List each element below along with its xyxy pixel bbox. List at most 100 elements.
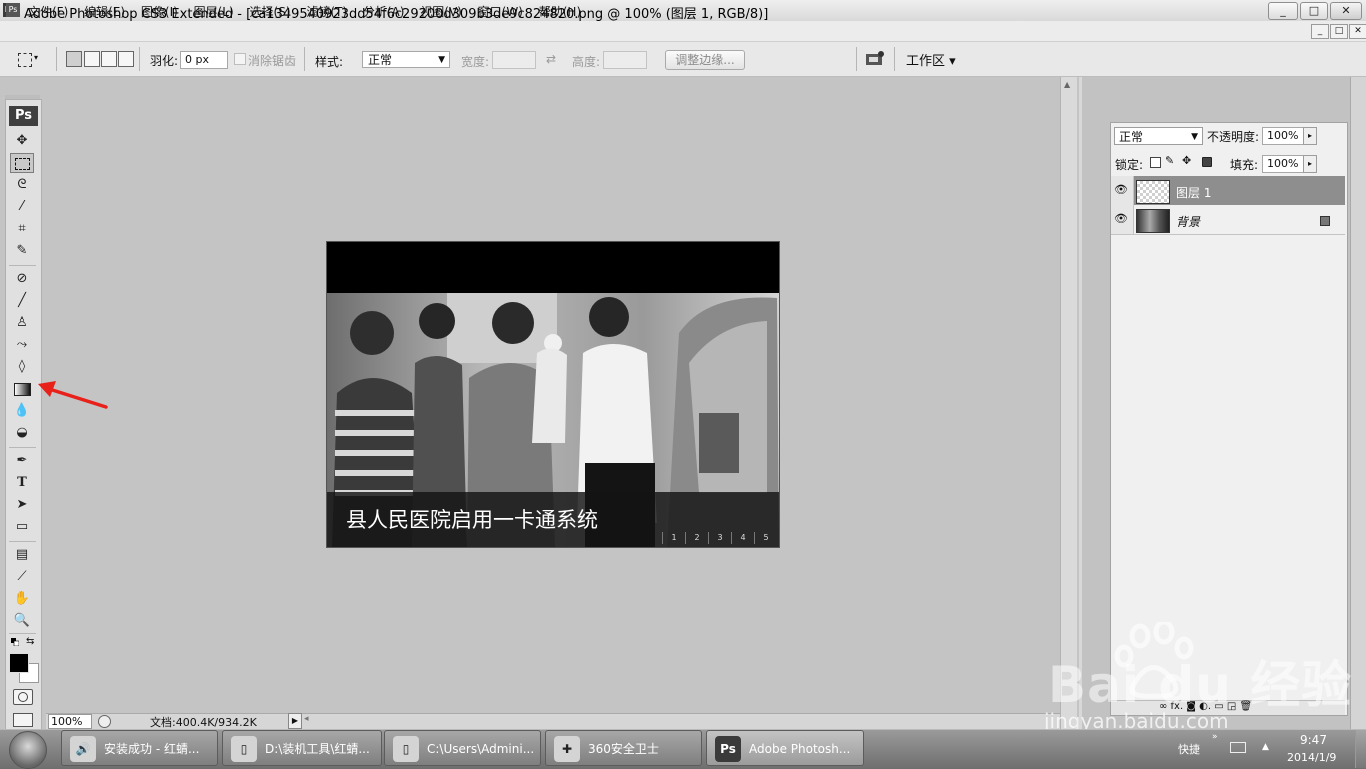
menu-layer[interactable]: 图层(L) — [194, 5, 234, 19]
status-info-icon[interactable] — [98, 715, 111, 728]
menu-help[interactable]: 帮助(H) — [539, 5, 581, 19]
taskbar-item[interactable]: 🔊 安装成功 - 红蜻... — [61, 730, 218, 766]
tool-preset-picker[interactable]: ▾ — [14, 50, 38, 68]
doc-close-button[interactable]: ✕ — [1349, 24, 1366, 39]
lock-transparent-pixels-icon[interactable] — [1150, 157, 1161, 168]
clone-stamp-tool-icon[interactable]: ♙ — [10, 313, 34, 333]
tray-arrow-icon[interactable]: ▲ — [1262, 742, 1269, 752]
taskbar-item[interactable]: ▯ C:\Users\Admini... — [384, 730, 541, 766]
antialias-checkbox[interactable] — [234, 53, 246, 65]
magic-wand-tool-icon[interactable]: ⁄ — [10, 197, 34, 217]
zoom-level-input[interactable]: 100% — [48, 714, 92, 729]
pen-tool-icon[interactable]: ✒ — [10, 451, 34, 471]
menu-analysis[interactable]: 分析(A) — [363, 5, 405, 19]
menu-image[interactable]: 图像(I) — [141, 5, 178, 19]
layer-name[interactable]: 图层 1 — [1176, 184, 1211, 201]
style-select[interactable]: 正常 ▼ — [362, 51, 450, 68]
workspace-menu-button[interactable]: 工作区 ▾ — [906, 50, 956, 69]
lock-position-icon[interactable]: ✥ — [1182, 154, 1191, 167]
opacity-input[interactable]: 100% — [1262, 127, 1306, 145]
width-input[interactable] — [492, 51, 536, 69]
blend-mode-select[interactable]: 正常 ▼ — [1114, 127, 1203, 145]
tray-expand-icon[interactable]: » — [1212, 732, 1218, 742]
show-desktop-button[interactable] — [1355, 730, 1366, 768]
scroll-left-icon[interactable]: ◂ — [304, 714, 309, 724]
lock-all-icon[interactable] — [1202, 157, 1212, 167]
taskbar-item[interactable]: ✚ 360安全卫士 — [545, 730, 702, 766]
pager-item: 2 — [685, 532, 708, 544]
feather-input[interactable]: 0 px — [180, 51, 228, 69]
swap-colors-icon[interactable]: ⇆ — [26, 636, 34, 647]
close-button[interactable]: ✕ — [1330, 2, 1362, 20]
fill-input[interactable]: 100% — [1262, 155, 1306, 173]
clock-time[interactable]: 9:47 — [1300, 733, 1327, 747]
quick-mask-button[interactable] — [13, 689, 33, 705]
new-selection-button[interactable] — [66, 51, 82, 67]
minimize-button[interactable]: _ — [1268, 2, 1298, 20]
chevron-down-icon: ▼ — [1191, 132, 1198, 142]
subtract-from-selection-button[interactable] — [101, 51, 117, 67]
dodge-tool-icon[interactable]: ◒ — [10, 423, 34, 443]
layer-thumbnail[interactable] — [1136, 209, 1170, 233]
notes-tool-icon[interactable]: ▤ — [10, 545, 34, 565]
history-brush-tool-icon[interactable]: ⤳ — [10, 335, 34, 355]
gradient-tool-icon[interactable] — [10, 379, 34, 399]
menu-view[interactable]: 视图(V) — [420, 5, 462, 19]
menu-edit[interactable]: 编辑(E) — [84, 5, 125, 19]
foreground-color-swatch[interactable] — [9, 653, 29, 673]
slice-tool-icon[interactable]: ✎ — [10, 241, 34, 261]
eye-icon[interactable]: 👁 — [1114, 212, 1128, 226]
fill-slider-button[interactable]: ▸ — [1303, 155, 1317, 173]
move-tool-icon[interactable]: ✥ — [10, 131, 34, 151]
swap-dimensions-icon[interactable]: ⇄ — [546, 52, 556, 66]
default-colors-icon[interactable] — [11, 638, 19, 646]
photoshop-logo[interactable]: Ps — [9, 106, 38, 126]
vertical-scrollbar[interactable] — [1060, 77, 1077, 729]
menu-select[interactable]: 选择(S) — [250, 5, 291, 19]
start-button[interactable] — [9, 731, 47, 769]
bridge-icon[interactable] — [864, 50, 886, 68]
lock-image-pixels-icon[interactable]: ✎ — [1165, 154, 1174, 167]
hand-tool-icon[interactable]: ✋ — [10, 589, 34, 609]
document-icon[interactable]: Ps — [6, 3, 20, 17]
taskbar-item[interactable]: ▯ D:\装机工具\红蜻... — [222, 730, 382, 766]
status-menu-arrow-icon[interactable]: ▶ — [288, 713, 302, 729]
keyboard-icon[interactable] — [1230, 742, 1246, 753]
rectangle-tool-icon[interactable]: ▭ — [10, 517, 34, 537]
crop-tool-icon[interactable]: ⌗ — [10, 219, 34, 239]
menu-window[interactable]: 窗口(W) — [478, 5, 523, 19]
intersect-selection-button[interactable] — [118, 51, 134, 67]
add-to-selection-button[interactable] — [84, 51, 100, 67]
blur-tool-icon[interactable]: 💧 — [10, 401, 34, 421]
maximize-button[interactable]: □ — [1300, 2, 1328, 20]
scroll-up-icon[interactable]: ▲ — [1064, 80, 1070, 89]
doc-restore-button[interactable]: □ — [1330, 24, 1348, 39]
taskbar-item-label: Adobe Photosh... — [749, 742, 851, 756]
height-input[interactable] — [603, 51, 647, 69]
layer-name[interactable]: 背景 — [1176, 213, 1200, 230]
healing-brush-tool-icon[interactable]: ⊘ — [10, 269, 34, 289]
tray-quicklaunch-label[interactable]: 快捷 — [1178, 741, 1200, 757]
document-canvas[interactable]: 县人民医院启用一卡通系统 1 2 3 4 5 — [326, 241, 780, 548]
pager-item: 3 — [708, 532, 731, 544]
menu-file[interactable]: 文件(F) — [28, 5, 68, 19]
marquee-tool-icon[interactable] — [10, 153, 34, 173]
lasso-tool-icon[interactable]: ᘓ — [10, 175, 34, 195]
brush-tool-icon[interactable]: ╱ — [10, 291, 34, 311]
type-tool-icon[interactable]: T — [10, 473, 34, 493]
refine-edge-button[interactable]: 调整边缘... — [665, 50, 745, 70]
dock-scrollbar[interactable] — [1350, 77, 1366, 729]
taskbar-item-photoshop[interactable]: Ps Adobe Photosh... — [706, 730, 864, 766]
path-selection-tool-icon[interactable]: ➤ — [10, 495, 34, 515]
eraser-tool-icon[interactable]: ◊ — [10, 357, 34, 377]
doc-minimize-button[interactable]: _ — [1311, 24, 1329, 39]
layer-thumbnail[interactable] — [1136, 180, 1170, 204]
screen-mode-button[interactable] — [13, 713, 33, 727]
eyedropper-tool-icon[interactable]: ⟋ — [10, 567, 34, 587]
menu-filter[interactable]: 滤镜(T) — [306, 5, 347, 19]
divider — [856, 47, 857, 71]
clock-date[interactable]: 2014/1/9 — [1287, 751, 1336, 764]
eye-icon[interactable]: 👁 — [1114, 183, 1128, 197]
opacity-slider-button[interactable]: ▸ — [1303, 127, 1317, 145]
zoom-tool-icon[interactable]: 🔍 — [10, 611, 34, 631]
